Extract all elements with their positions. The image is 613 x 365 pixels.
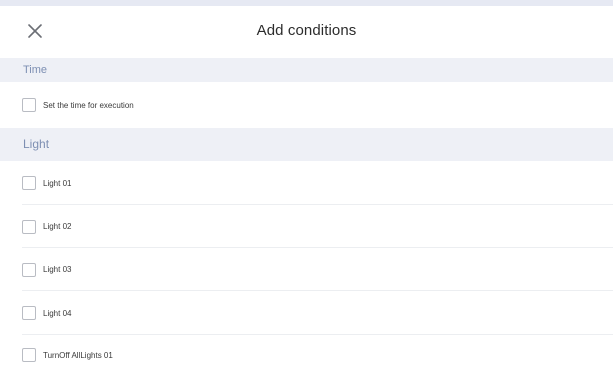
row-label: Light 03 (43, 265, 72, 274)
checkbox[interactable] (22, 98, 36, 112)
row-label: Light 01 (43, 178, 72, 188)
row-label: Light 04 (43, 308, 72, 318)
condition-row-light-01[interactable]: Light 01 (0, 161, 613, 205)
checkbox[interactable] (22, 219, 36, 234)
row-label: TurnOff AllLights 01 (43, 350, 113, 360)
page-title: Add conditions (256, 22, 357, 39)
header: Add conditions (0, 6, 613, 58)
checkbox[interactable] (22, 176, 36, 190)
row-label: Set the time for execution (43, 100, 134, 110)
row-label: Light 02 (43, 222, 72, 231)
condition-row-light-02[interactable]: Light 02 (0, 205, 613, 248)
section-title: Time (23, 64, 48, 76)
condition-row-turnoff-all-lights[interactable]: TurnOff AllLights 01 (0, 335, 613, 365)
section-title: Light (23, 137, 50, 151)
section-header-time: Time (0, 58, 613, 82)
checkbox[interactable] (22, 348, 36, 362)
checkbox[interactable] (22, 306, 36, 320)
condition-row-light-03[interactable]: Light 03 (0, 248, 613, 291)
add-conditions-screen: Add conditions Time Set the time for exe… (0, 0, 613, 365)
checkbox[interactable] (22, 262, 36, 277)
section-header-light: Light (0, 128, 613, 161)
condition-row-light-04[interactable]: Light 04 (0, 291, 613, 335)
condition-row-time[interactable]: Set the time for execution (0, 82, 613, 128)
